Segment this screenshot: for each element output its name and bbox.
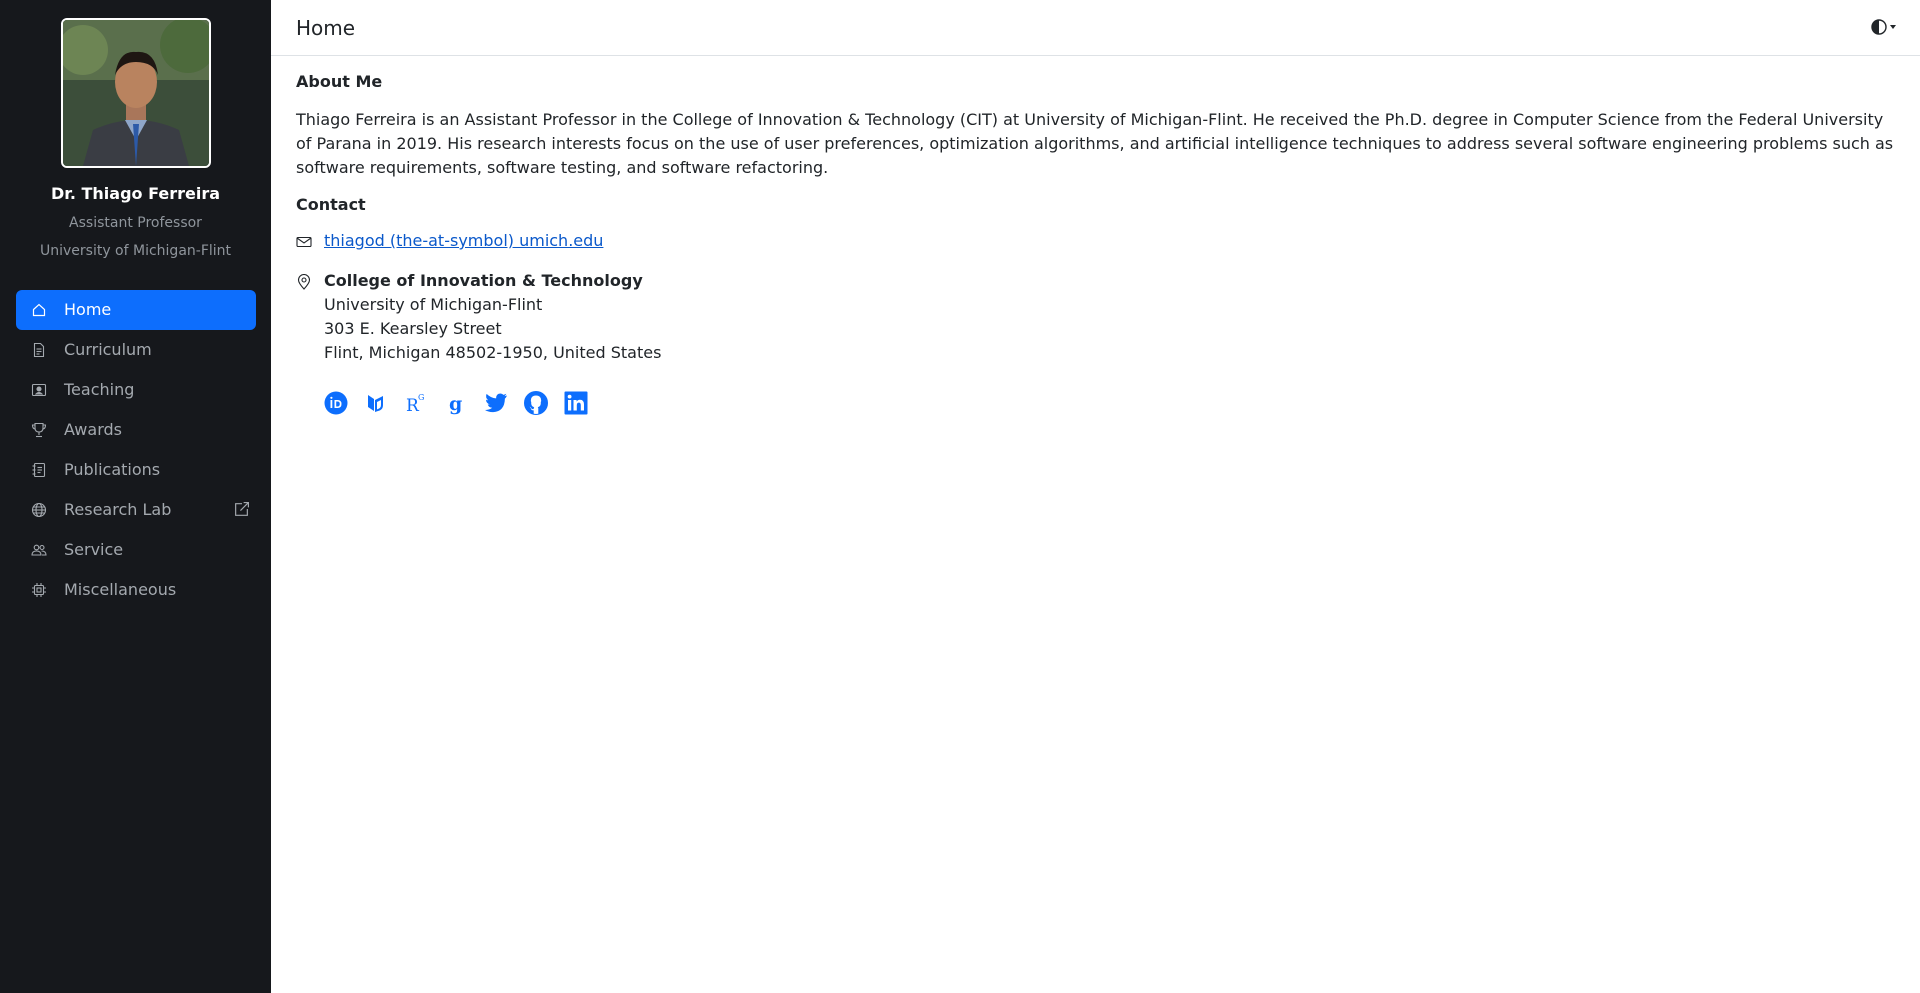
content-area: About Me Thiago Ferreira is an Assistant… (296, 72, 1898, 417)
sidebar-item-label: Research Lab (64, 500, 172, 519)
researchgate-link[interactable]: R G (404, 391, 428, 415)
geo-alt-icon (297, 274, 311, 290)
house-icon (32, 303, 46, 317)
dblp-icon (368, 395, 383, 412)
profile: Dr. Thiago Ferreira Assistant Professor … (0, 0, 271, 259)
journal-text-icon (32, 462, 46, 478)
sidebar-nav: Home Curriculum Teaching Awards Publicat… (16, 290, 256, 610)
researchgate-icon: R G (406, 393, 424, 415)
address-block: College of Innovation & Technology Unive… (296, 269, 1898, 365)
about-heading: About Me (296, 72, 383, 91)
person-video-icon (31, 383, 47, 397)
sidebar-item-home[interactable]: Home (16, 290, 256, 330)
orcid-link[interactable] (324, 391, 348, 415)
trophy-icon (31, 422, 47, 438)
sidebar-item-awards[interactable]: Awards (16, 410, 256, 450)
page-title: Home (296, 16, 356, 40)
sidebar-item-research-lab[interactable]: Research Lab (16, 490, 256, 530)
people-icon (31, 544, 47, 556)
sidebar-item-publications[interactable]: Publications (16, 450, 256, 490)
box-arrow-up-right-icon (235, 502, 249, 516)
twitter-link[interactable] (484, 391, 508, 415)
avatar (60, 18, 211, 168)
theme-toggle-button[interactable] (1870, 17, 1900, 39)
email-link[interactable]: thiagod (the-at-symbol) umich.edu (324, 231, 603, 250)
sidebar: Dr. Thiago Ferreira Assistant Professor … (0, 0, 271, 993)
profile-name: Dr. Thiago Ferreira (50, 184, 221, 203)
about-text: Thiago Ferreira is an Assistant Professo… (296, 110, 1894, 177)
address-line-street: 303 E. Kearsley Street (324, 319, 502, 338)
twitter-icon (484, 393, 507, 413)
profile-role: Assistant Professor (69, 215, 202, 231)
main-content: Home About Me Thiago Ferreira is an Assi… (271, 0, 1920, 993)
sidebar-item-service[interactable]: Service (16, 530, 256, 570)
top-bar: Home (271, 0, 1920, 56)
sidebar-item-curriculum[interactable]: Curriculum (16, 330, 256, 370)
globe-icon (31, 502, 47, 518)
google-scholar-link[interactable]: g (444, 391, 468, 415)
sidebar-item-label: Publications (64, 460, 161, 479)
github-icon (524, 391, 548, 415)
orcid-icon (324, 391, 348, 415)
circle-half-icon (1871, 19, 1896, 35)
address-line-city: Flint, Michigan 48502-1950, United State… (324, 343, 662, 362)
sidebar-item-teaching[interactable]: Teaching (16, 370, 256, 410)
sidebar-item-label: Curriculum (64, 340, 152, 359)
sidebar-item-label: Miscellaneous (64, 580, 177, 599)
dblp-link[interactable] (364, 391, 388, 415)
sidebar-item-miscellaneous[interactable]: Miscellaneous (16, 570, 256, 610)
address-line-college: College of Innovation & Technology (324, 271, 643, 290)
github-link[interactable] (524, 391, 548, 415)
svg-text:g: g (449, 393, 462, 415)
sidebar-item-label: Service (64, 540, 124, 559)
cpu-icon (32, 583, 46, 597)
linkedin-link[interactable] (564, 391, 588, 415)
sidebar-item-label: Home (64, 300, 112, 319)
file-text-icon (33, 342, 45, 358)
contact-heading: Contact (296, 195, 366, 214)
address-line-university: University of Michigan-Flint (324, 295, 543, 314)
svg-text:G: G (418, 393, 424, 402)
sidebar-item-label: Teaching (64, 380, 135, 399)
google-scholar-icon: g (449, 393, 462, 415)
social-links: R G g (324, 389, 1898, 417)
email-row: thiagod (the-at-symbol) umich.edu (296, 229, 1898, 253)
envelope-icon (296, 236, 312, 248)
profile-affiliation: University of Michigan-Flint (39, 243, 232, 259)
linkedin-icon (564, 391, 588, 415)
sidebar-item-label: Awards (64, 420, 122, 439)
